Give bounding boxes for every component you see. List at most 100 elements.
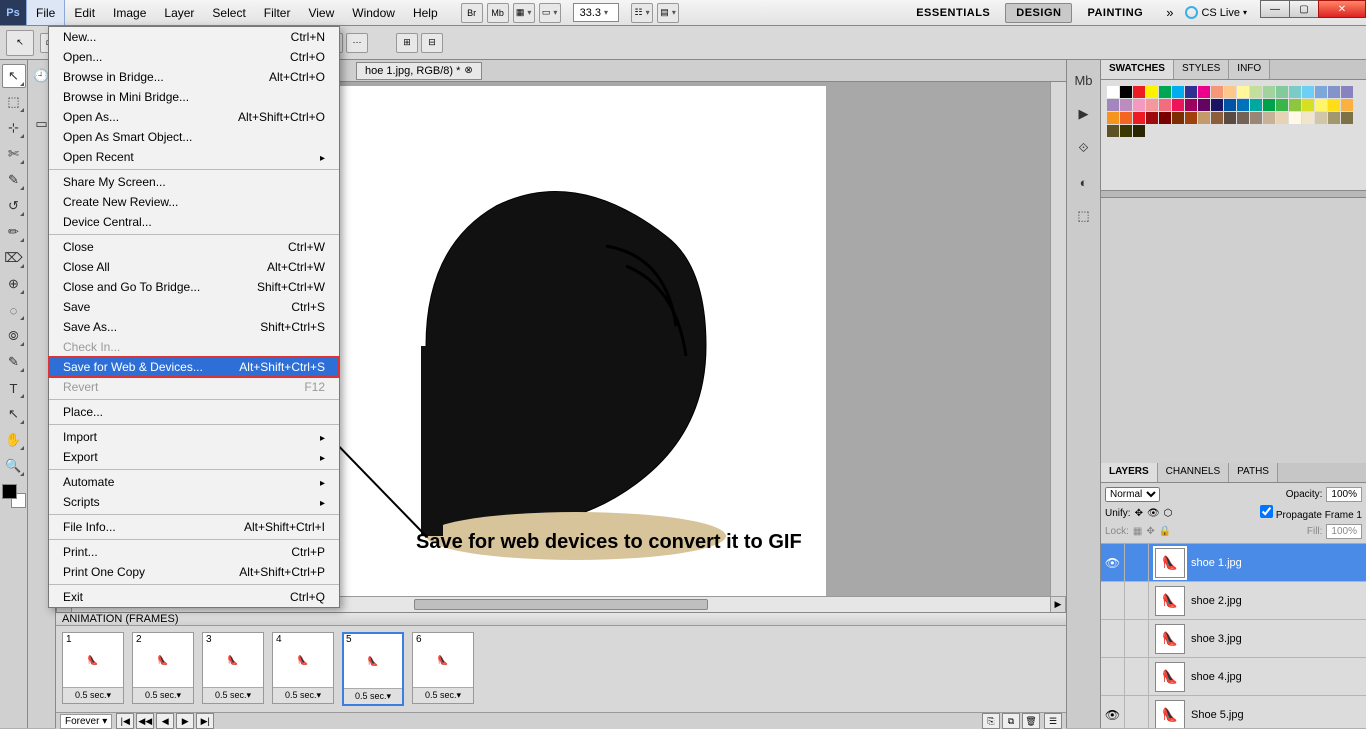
menuitem-place[interactable]: Place... bbox=[49, 402, 339, 422]
tool-4[interactable]: ✎ bbox=[2, 168, 26, 192]
menuitem-exit[interactable]: ExitCtrl+Q bbox=[49, 587, 339, 607]
menuitem-import[interactable]: Import bbox=[49, 427, 339, 447]
menuitem-open-as[interactable]: Open As...Alt+Shift+Ctrl+O bbox=[49, 107, 339, 127]
menuitem-share-my-screen[interactable]: Share My Screen... bbox=[49, 172, 339, 192]
swatch[interactable] bbox=[1263, 86, 1275, 98]
swatch[interactable] bbox=[1250, 99, 1262, 111]
swatch[interactable] bbox=[1302, 86, 1314, 98]
tool-13[interactable]: ↖ bbox=[2, 402, 26, 426]
blend-mode-select[interactable]: Normal bbox=[1105, 487, 1160, 502]
swatch[interactable] bbox=[1159, 112, 1171, 124]
loop-selector[interactable]: Forever ▾ bbox=[60, 714, 112, 729]
visibility-icon[interactable]: 👁 bbox=[1101, 696, 1125, 728]
swatch[interactable] bbox=[1211, 99, 1223, 111]
unify-position-icon[interactable]: ✥ bbox=[1135, 508, 1143, 519]
dist-6[interactable]: ⋯ bbox=[346, 33, 368, 53]
tool-10[interactable]: ⦾ bbox=[2, 324, 26, 348]
playback-button[interactable]: ◀◀ bbox=[136, 713, 154, 729]
frame-delay[interactable]: 0.5 sec.▾ bbox=[273, 687, 333, 703]
swatch[interactable] bbox=[1159, 99, 1171, 111]
menuitem-print[interactable]: Print...Ctrl+P bbox=[49, 542, 339, 562]
playback-button[interactable]: ▶ bbox=[176, 713, 194, 729]
swatch[interactable] bbox=[1107, 86, 1119, 98]
swatch[interactable] bbox=[1328, 112, 1340, 124]
doc-arrange-button[interactable]: ▤ bbox=[657, 3, 679, 23]
frame-delay[interactable]: 0.5 sec.▾ bbox=[63, 687, 123, 703]
swatch[interactable] bbox=[1211, 112, 1223, 124]
menuitem-print-one-copy[interactable]: Print One CopyAlt+Shift+Ctrl+P bbox=[49, 562, 339, 582]
swatch[interactable] bbox=[1185, 86, 1197, 98]
swatch[interactable] bbox=[1146, 99, 1158, 111]
document-tab[interactable]: hoe 1.jpg, RGB/8) * ⊗ bbox=[356, 62, 482, 80]
swatch[interactable] bbox=[1133, 99, 1145, 111]
menu-help[interactable]: Help bbox=[404, 0, 447, 25]
swatch[interactable] bbox=[1120, 125, 1132, 137]
more-workspaces-button[interactable]: » bbox=[1160, 0, 1179, 25]
swatch[interactable] bbox=[1289, 99, 1301, 111]
swatch[interactable] bbox=[1133, 112, 1145, 124]
panel-icon[interactable]: ⬚ bbox=[1072, 204, 1096, 228]
frame-delay[interactable]: 0.5 sec.▾ bbox=[413, 687, 473, 703]
swatch[interactable] bbox=[1276, 112, 1288, 124]
tool-1[interactable]: ⬚ bbox=[2, 90, 26, 114]
swatch[interactable] bbox=[1198, 112, 1210, 124]
swatch[interactable] bbox=[1146, 86, 1158, 98]
menuitem-scripts[interactable]: Scripts bbox=[49, 492, 339, 512]
swatch[interactable] bbox=[1107, 112, 1119, 124]
opacity-value[interactable]: 100% bbox=[1326, 487, 1362, 502]
menuitem-save-for-web-devices[interactable]: Save for Web & Devices...Alt+Shift+Ctrl+… bbox=[49, 357, 339, 377]
swatch[interactable] bbox=[1224, 99, 1236, 111]
swatch[interactable] bbox=[1172, 99, 1184, 111]
visibility-icon[interactable] bbox=[1101, 582, 1125, 619]
swatch[interactable] bbox=[1315, 112, 1327, 124]
panel-icon[interactable]: ⟐ bbox=[1072, 136, 1096, 160]
swatch[interactable] bbox=[1159, 86, 1171, 98]
swatch[interactable] bbox=[1341, 99, 1353, 111]
menu-view[interactable]: View bbox=[299, 0, 343, 25]
frame-delay[interactable]: 0.5 sec.▾ bbox=[133, 687, 193, 703]
lock-all-icon[interactable]: 🔒 bbox=[1159, 526, 1171, 537]
swatch[interactable] bbox=[1172, 86, 1184, 98]
current-tool-icon[interactable]: ↖ bbox=[6, 30, 34, 56]
swatch[interactable] bbox=[1146, 112, 1158, 124]
swatch[interactable] bbox=[1133, 86, 1145, 98]
tab-layers[interactable]: LAYERS bbox=[1101, 463, 1158, 482]
tool-0[interactable]: ↖ bbox=[2, 64, 26, 88]
menuitem-save[interactable]: SaveCtrl+S bbox=[49, 297, 339, 317]
link-cell[interactable] bbox=[1125, 658, 1149, 695]
tool-8[interactable]: ⊕ bbox=[2, 272, 26, 296]
playback-button[interactable]: ▶| bbox=[196, 713, 214, 729]
swatch[interactable] bbox=[1120, 99, 1132, 111]
menuitem-export[interactable]: Export bbox=[49, 447, 339, 467]
swatch[interactable] bbox=[1185, 99, 1197, 111]
swatch[interactable] bbox=[1107, 125, 1119, 137]
swatch[interactable] bbox=[1237, 86, 1249, 98]
bridge-button[interactable]: Br bbox=[461, 3, 483, 23]
tool-3[interactable]: ✄ bbox=[2, 142, 26, 166]
swatch[interactable] bbox=[1237, 99, 1249, 111]
swatch[interactable] bbox=[1289, 112, 1301, 124]
layer-row[interactable]: 👁 👠 Shoe 5.jpg bbox=[1101, 696, 1366, 728]
tab-paths[interactable]: PATHS bbox=[1229, 463, 1278, 482]
auto-blend-button[interactable]: ⊟ bbox=[421, 33, 443, 53]
menuitem-device-central[interactable]: Device Central... bbox=[49, 212, 339, 232]
unify-visibility-icon[interactable]: 👁 bbox=[1147, 508, 1160, 519]
propagate-checkbox[interactable]: Propagate Frame 1 bbox=[1260, 505, 1362, 521]
auto-align-button[interactable]: ⊞ bbox=[396, 33, 418, 53]
tool-2[interactable]: ⊹ bbox=[2, 116, 26, 140]
menu-layer[interactable]: Layer bbox=[155, 0, 203, 25]
tab-styles[interactable]: STYLES bbox=[1174, 60, 1229, 79]
tool-6[interactable]: ✏ bbox=[2, 220, 26, 244]
minibridge-button[interactable]: Mb bbox=[487, 3, 509, 23]
frame-action-button[interactable]: ⎘ bbox=[982, 713, 1000, 729]
swatch[interactable] bbox=[1172, 112, 1184, 124]
swatch[interactable] bbox=[1198, 99, 1210, 111]
minimize-button[interactable]: — bbox=[1260, 0, 1290, 18]
tool-12[interactable]: T bbox=[2, 376, 26, 400]
swatch[interactable] bbox=[1198, 86, 1210, 98]
swatch[interactable] bbox=[1328, 99, 1340, 111]
swatches-grid[interactable] bbox=[1101, 80, 1366, 143]
tab-info[interactable]: INFO bbox=[1229, 60, 1270, 79]
swatch[interactable] bbox=[1211, 86, 1223, 98]
swatch[interactable] bbox=[1289, 86, 1301, 98]
